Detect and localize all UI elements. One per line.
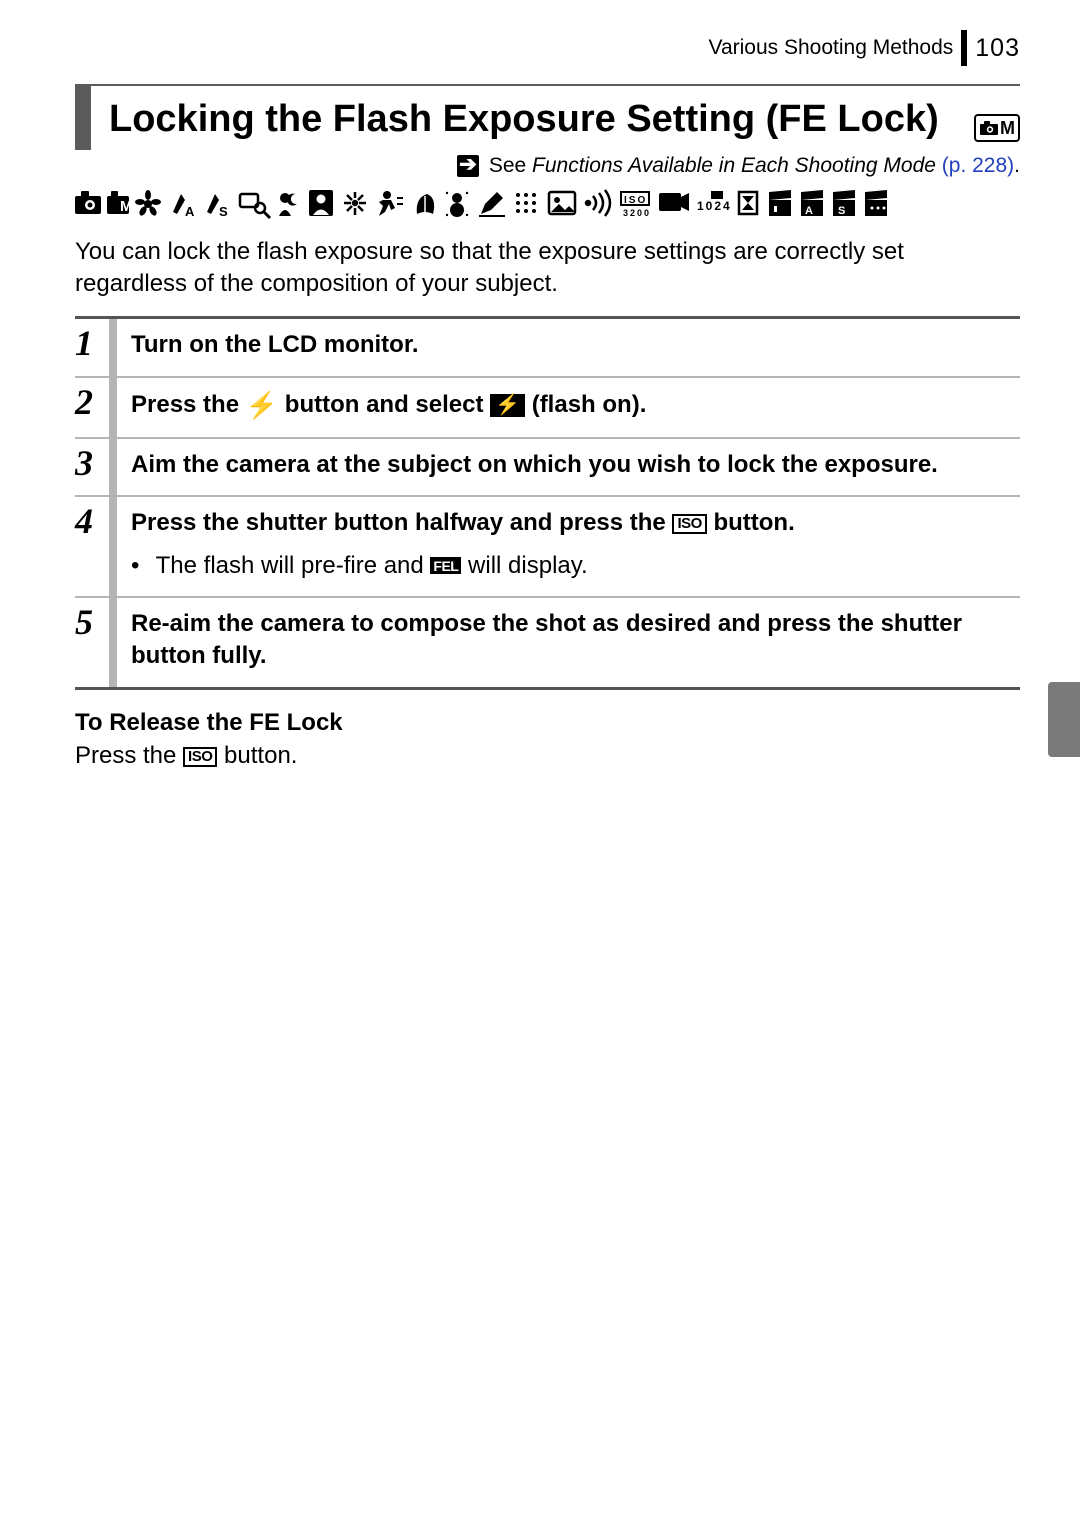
page-header: Various Shooting Methods 103 [75,30,1020,66]
svg-text:M: M [120,198,135,215]
steps-list: 1 Turn on the LCD monitor. 2 Press the ⚡… [75,316,1020,689]
step-heading: Aim the camera at the subject on which y… [131,449,1020,481]
flash-on-icon: ⚡ [490,394,525,417]
release-instructions: To Release the FE Lock Press the ISO but… [75,706,1020,773]
step-row: 4 Press the shutter button halfway and p… [75,497,1020,598]
svg-text:A: A [185,204,196,219]
page-edge-tab [1048,682,1080,757]
section-heading: Locking the Flash Exposure Setting (FE L… [75,84,1020,150]
intro-paragraph: You can lock the flash exposure so that … [75,236,1020,301]
xref-prefix: See [489,154,532,177]
step-number: 5 [75,598,117,687]
camera-manual-mode-icon: M [974,114,1020,142]
svg-text:3200: 3200 [623,208,651,218]
step-heading: Press the ⚡ button and select ⚡ (flash o… [131,388,1020,423]
step-number: 3 [75,439,117,495]
arrow-right-icon: ➔ [457,155,479,177]
header-divider [961,30,967,66]
step-heading: Press the shutter button halfway and pre… [131,507,1020,539]
release-heading: To Release the FE Lock [75,706,1020,740]
svg-text:A: A [805,205,815,217]
step-row: 5 Re-aim the camera to compose the shot … [75,598,1020,687]
step-number: 1 [75,319,117,375]
step-bullet: The flash will pre-fire and FEL will dis… [131,550,1020,582]
xref-title: Functions Available in Each Shooting Mod… [532,154,936,177]
svg-text:S: S [219,204,230,219]
iso-button-icon: ISO [672,514,706,534]
svg-text:1024: 1024 [697,199,732,213]
step-heading: Turn on the LCD monitor. [131,329,1020,361]
flash-bolt-icon: ⚡ [246,390,278,420]
svg-text:ISO: ISO [624,195,647,206]
page-number: 103 [975,34,1020,63]
heading-accent-bar [75,86,91,150]
section-name: Various Shooting Methods [709,36,954,60]
heading-title: Locking the Flash Exposure Setting (FE L… [109,86,974,150]
shooting-mode-icon-strip: M A S [75,184,1020,222]
step-heading: Re-aim the camera to compose the shot as… [131,608,1020,673]
xref-page-link[interactable]: (p. 228) [942,154,1014,177]
svg-text:S: S [838,205,847,217]
step-row: 3 Aim the camera at the subject on which… [75,439,1020,497]
step-row: 2 Press the ⚡ button and select ⚡ (flash… [75,378,1020,439]
iso-button-icon: ISO [183,747,217,767]
step-number: 2 [75,378,117,437]
fel-indicator-icon: FEL [430,557,461,574]
step-row: 1 Turn on the LCD monitor. [75,319,1020,377]
mode-m-label: M [1000,118,1015,139]
step-number: 4 [75,497,117,596]
mode-indicator: M [974,114,1020,142]
xref-dot: . [1014,154,1020,177]
cross-reference: ➔ See Functions Available in Each Shooti… [75,154,1020,178]
release-body: Press the ISO button. [75,739,1020,773]
